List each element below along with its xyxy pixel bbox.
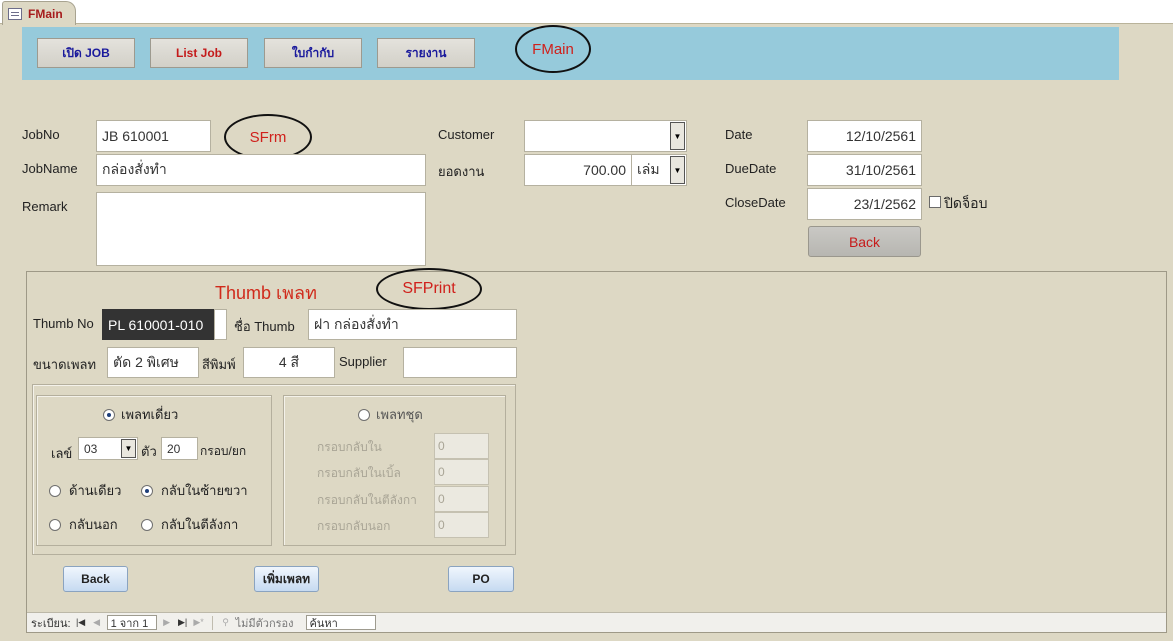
set-row-value[interactable]: 0 <box>434 433 489 459</box>
tumble-radio[interactable] <box>141 518 153 531</box>
set-row-label: กรอบกลับในตีลังกา <box>317 493 417 507</box>
filter-status[interactable]: ไม่มีตัวกรอง <box>236 614 294 632</box>
document-tab-strip <box>0 0 1173 24</box>
set-plate-radio[interactable] <box>358 408 370 421</box>
per-label: กรอบ/ยก <box>200 444 247 458</box>
dropdown-arrow-icon[interactable]: ▼ <box>121 439 136 458</box>
flip-out-label: กลับนอก <box>69 517 118 532</box>
top-nav-band: เปิด JOB List Job ใบกำกับ รายงาน FMain <box>22 25 1119 80</box>
new-record-icon[interactable]: ▶* <box>193 617 205 628</box>
option-one-side[interactable]: ด้านเดียว <box>49 480 121 501</box>
supplier-label: Supplier <box>339 354 387 369</box>
set-row-value[interactable]: 0 <box>434 486 489 512</box>
single-plate-group: เพลทเดี่ยว เลข์ 03 ▼ ตัว 20 กรอบ/ยก ด้าน… <box>36 395 272 546</box>
separator <box>211 615 213 630</box>
thumbno-field-tail <box>214 309 227 340</box>
amount-field[interactable]: 700.00 <box>524 154 632 186</box>
record-label: ระเบียน: <box>31 617 71 630</box>
print-subform: Thumb เพลท SFPrint Thumb No PL 610001-01… <box>26 268 1167 633</box>
flip-lr-radio[interactable] <box>141 484 153 497</box>
printcolor-field[interactable]: 4 สี <box>243 347 335 378</box>
one-side-label: ด้านเดียว <box>69 483 122 498</box>
option-flip-lr[interactable]: กลับในซ้ายขวา <box>141 480 248 501</box>
flip-lr-label: กลับในซ้ายขวา <box>161 483 248 498</box>
tab-label: FMain <box>28 6 63 21</box>
supplier-field[interactable] <box>403 347 517 378</box>
platesize-label: ขนาดเพลท <box>33 357 97 372</box>
platesize-field[interactable]: ตัด 2 พิเศษ <box>107 347 199 378</box>
option-flip-out[interactable]: กลับนอก <box>49 514 118 535</box>
first-record-icon[interactable]: |◀ <box>75 617 87 628</box>
set-plate-option[interactable]: เพลทชุด <box>358 404 423 425</box>
search-input[interactable]: ค้นหา <box>305 615 376 630</box>
remark-label: Remark <box>22 199 68 214</box>
close-job-label: ปิดจ็อบ <box>944 195 988 211</box>
duedate-label: DueDate <box>725 161 777 176</box>
set-plate-label: เพลทชุด <box>376 407 423 422</box>
customer-combo[interactable]: ▼ <box>524 120 687 152</box>
jobname-field[interactable]: กล่องสั่งทำ <box>96 154 426 186</box>
one-side-radio[interactable] <box>49 484 61 497</box>
duedate-field[interactable]: 31/10/2561 <box>807 154 922 186</box>
jobno-label: JobNo <box>22 127 60 142</box>
set-row-label: กรอบกลับใน <box>317 440 382 454</box>
close-job-checkbox[interactable] <box>929 196 941 208</box>
tab-fmain[interactable]: FMain <box>2 1 76 25</box>
subform-title: Thumb เพลท <box>215 283 317 303</box>
report-button[interactable]: รายงาน <box>377 38 475 68</box>
invoice-button[interactable]: ใบกำกับ <box>264 38 362 68</box>
open-job-button[interactable]: เปิด JOB <box>37 38 135 68</box>
jobno-field[interactable]: JB 610001 <box>96 120 211 152</box>
next-record-icon[interactable]: ▶ <box>161 617 173 628</box>
unit-value: เล่ม <box>637 161 660 177</box>
number-value: 03 <box>84 441 98 456</box>
list-job-button[interactable]: List Job <box>150 38 248 68</box>
form-icon <box>8 7 22 20</box>
date-field[interactable]: 12/10/2561 <box>807 120 922 152</box>
dropdown-arrow-icon[interactable]: ▼ <box>670 156 685 184</box>
tumble-label: กลับในตีลังกา <box>161 517 239 532</box>
count-label: ตัว <box>141 444 157 459</box>
subform-back-button[interactable]: Back <box>63 566 128 592</box>
remark-field[interactable] <box>96 192 426 266</box>
printcolor-label: สีพิมพ์ <box>202 357 236 372</box>
record-position-field[interactable]: 1 จาก 1 <box>106 615 157 630</box>
closedate-label: CloseDate <box>725 195 786 210</box>
thumbname-field[interactable]: ฝา กล่องสั่งทำ <box>308 309 517 340</box>
plate-options-frame: เพลทเดี่ยว เลข์ 03 ▼ ตัว 20 กรอบ/ยก ด้าน… <box>32 384 516 555</box>
closedate-field[interactable]: 23/1/2562 <box>807 188 922 220</box>
record-navigation-bar: ระเบียน: |◀ ◀ 1 จาก 1 ▶ ▶| ▶* ⚲ ไม่มีตัว… <box>27 612 1166 632</box>
thumbno-label: Thumb No <box>33 316 94 331</box>
filter-icon[interactable]: ⚲ <box>220 617 232 628</box>
last-record-icon[interactable]: ▶| <box>177 617 189 628</box>
fmain-annotation: FMain <box>515 25 591 73</box>
dropdown-arrow-icon[interactable]: ▼ <box>670 122 685 150</box>
main-back-button[interactable]: Back <box>808 226 921 257</box>
number-combo[interactable]: 03 ▼ <box>78 437 138 460</box>
set-plate-group: เพลทชุด กรอบกลับใน 0 กรอบกลับในเบิ้ล 0 ก… <box>283 395 506 546</box>
unit-combo[interactable]: เล่ม ▼ <box>631 154 687 186</box>
number-label: เลข์ <box>51 446 73 461</box>
count-field[interactable]: 20 <box>161 437 198 460</box>
thumbno-field[interactable]: PL 610001-010 <box>102 309 214 340</box>
date-label: Date <box>725 127 753 142</box>
option-tumble[interactable]: กลับในตีลังกา <box>141 514 238 535</box>
amount-label: ยอดงาน <box>438 164 485 179</box>
single-plate-option[interactable]: เพลทเดี่ยว <box>103 404 178 425</box>
po-button[interactable]: PO <box>448 566 514 592</box>
customer-label: Customer <box>438 127 495 142</box>
set-row-label: กรอบกลับนอก <box>317 519 391 533</box>
set-row-value[interactable]: 0 <box>434 512 489 538</box>
set-row-value[interactable]: 0 <box>434 459 489 485</box>
previous-record-icon[interactable]: ◀ <box>91 617 103 628</box>
set-row-label: กรอบกลับในเบิ้ล <box>317 466 401 480</box>
single-plate-radio[interactable] <box>103 408 115 421</box>
single-plate-label: เพลทเดี่ยว <box>121 407 179 422</box>
jobname-label: JobName <box>22 161 78 176</box>
thumbname-label: ชื่อ Thumb <box>234 319 295 334</box>
sfprint-annotation: SFPrint <box>376 268 482 310</box>
add-plate-button[interactable]: เพิ่มเพลท <box>254 566 319 592</box>
flip-out-radio[interactable] <box>49 518 61 531</box>
